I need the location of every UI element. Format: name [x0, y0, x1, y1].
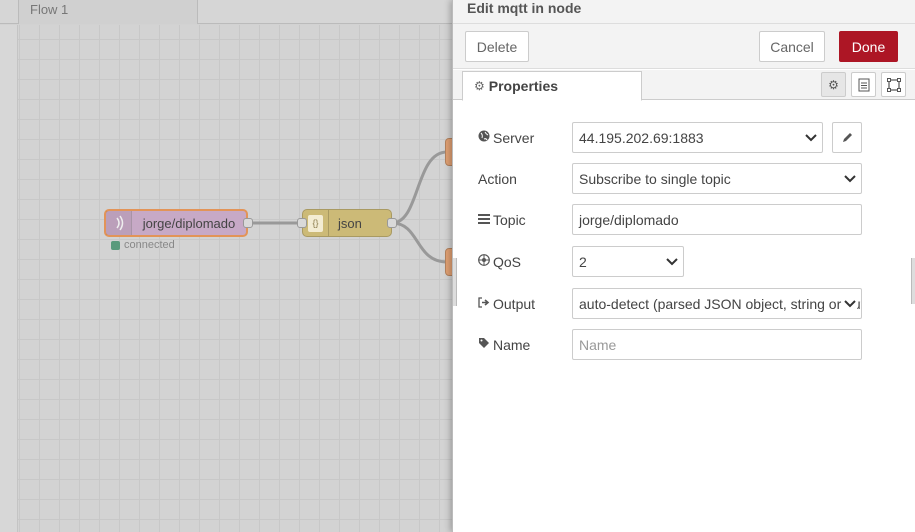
node-mqtt-label: jorge/diplomado: [142, 215, 236, 231]
action-label: Action: [478, 170, 517, 187]
pencil-icon: [842, 130, 853, 146]
edit-tray: Edit mqtt in node Delete Cancel Done ⚙ P…: [452, 0, 915, 532]
form-row-action: Action Subscribe to single topic: [478, 163, 862, 194]
qos-label-text: QoS: [493, 253, 522, 270]
tag-icon: [478, 337, 492, 352]
name-input[interactable]: Name: [572, 329, 862, 360]
tab-flow-1[interactable]: Flow 1: [18, 0, 198, 24]
form-row-topic: Topic jorge/diplomado: [478, 204, 862, 235]
empire-icon: [478, 254, 492, 269]
form-row-qos: QoS 2: [478, 246, 684, 277]
server-select[interactable]: 44.195.202.69:1883: [572, 122, 823, 153]
tray-resize-handle[interactable]: [452, 258, 457, 306]
flow-workspace[interactable]: Flow 1 jorge/diplomado connected {} json: [0, 0, 452, 532]
server-value: 44.195.202.69:1883: [579, 129, 704, 146]
node-status-text: connected: [124, 239, 175, 251]
action-value: Subscribe to single topic: [579, 170, 731, 187]
qos-value: 2: [579, 253, 587, 270]
output-value: auto-detect (parsed JSON object, string …: [579, 295, 862, 312]
server-label-text: Server: [493, 129, 535, 146]
node-status: connected: [111, 239, 175, 251]
gear-icon: ⚙: [474, 79, 485, 93]
output-label-text: Output: [493, 295, 536, 312]
tab-properties[interactable]: ⚙ Properties: [462, 71, 642, 101]
mqtt-wave-icon: [106, 211, 132, 235]
tray-tab-strip: ⚙ Properties ⚙: [453, 70, 915, 101]
name-label: Name: [478, 337, 572, 353]
action-select[interactable]: Subscribe to single topic: [572, 163, 862, 194]
node-mqtt-in[interactable]: jorge/diplomado: [104, 209, 248, 237]
form-row-output: Output auto-detect (parsed JSON object, …: [478, 288, 862, 319]
status-dot-icon: [111, 240, 120, 250]
flow-tab-label: Flow 1: [30, 2, 69, 17]
qos-label: QoS: [478, 254, 572, 270]
name-placeholder: Name: [579, 336, 617, 353]
tray-title: Edit mqtt in node: [467, 0, 582, 16]
node-json-input-port[interactable]: [297, 218, 307, 228]
appearance-icon[interactable]: [881, 72, 906, 97]
node-json-output-port[interactable]: [387, 218, 397, 228]
qos-select[interactable]: 2: [572, 246, 684, 277]
globe-icon: [478, 130, 492, 145]
delete-button[interactable]: Delete: [465, 31, 529, 62]
canvas-left-gutter: [0, 25, 18, 532]
cancel-button[interactable]: Cancel: [759, 31, 825, 62]
tab-properties-label: Properties: [488, 78, 559, 94]
gear-icon[interactable]: ⚙: [821, 72, 846, 97]
chevron-down-icon: [804, 123, 818, 152]
tray-scroll-handle[interactable]: [911, 258, 915, 304]
description-icon[interactable]: [851, 72, 876, 97]
node-mqtt-output-port[interactable]: [243, 218, 253, 228]
flow-tab-bar: Flow 1: [0, 0, 452, 24]
node-json[interactable]: {} json: [302, 209, 392, 237]
done-button[interactable]: Done: [839, 31, 898, 62]
chevron-down-icon: [843, 164, 857, 193]
node-downstream-1[interactable]: [445, 138, 452, 166]
output-select[interactable]: auto-detect (parsed JSON object, string …: [572, 288, 862, 319]
edit-server-button[interactable]: [832, 122, 862, 153]
name-label-text: Name: [493, 336, 531, 353]
chevron-down-icon: [665, 247, 679, 276]
form-row-name: Name Name: [478, 329, 862, 360]
sign-out-icon: [478, 296, 492, 311]
output-label: Output: [478, 296, 572, 312]
topic-value: jorge/diplomado: [579, 211, 679, 228]
server-label: Server: [478, 130, 572, 146]
node-json-label: json: [338, 215, 362, 231]
form-row-server: Server 44.195.202.69:1883: [478, 122, 823, 153]
flow-canvas[interactable]: [0, 25, 452, 532]
tasks-icon: [478, 213, 492, 227]
json-icon-glyph: {}: [308, 214, 323, 232]
topic-input[interactable]: jorge/diplomado: [572, 204, 862, 235]
node-downstream-2[interactable]: [445, 248, 452, 276]
chevron-down-icon: [843, 289, 857, 318]
topic-label-text: Topic: [493, 211, 526, 228]
tray-header: Edit mqtt in node Delete Cancel Done: [453, 0, 915, 69]
topic-label: Topic: [478, 212, 572, 228]
